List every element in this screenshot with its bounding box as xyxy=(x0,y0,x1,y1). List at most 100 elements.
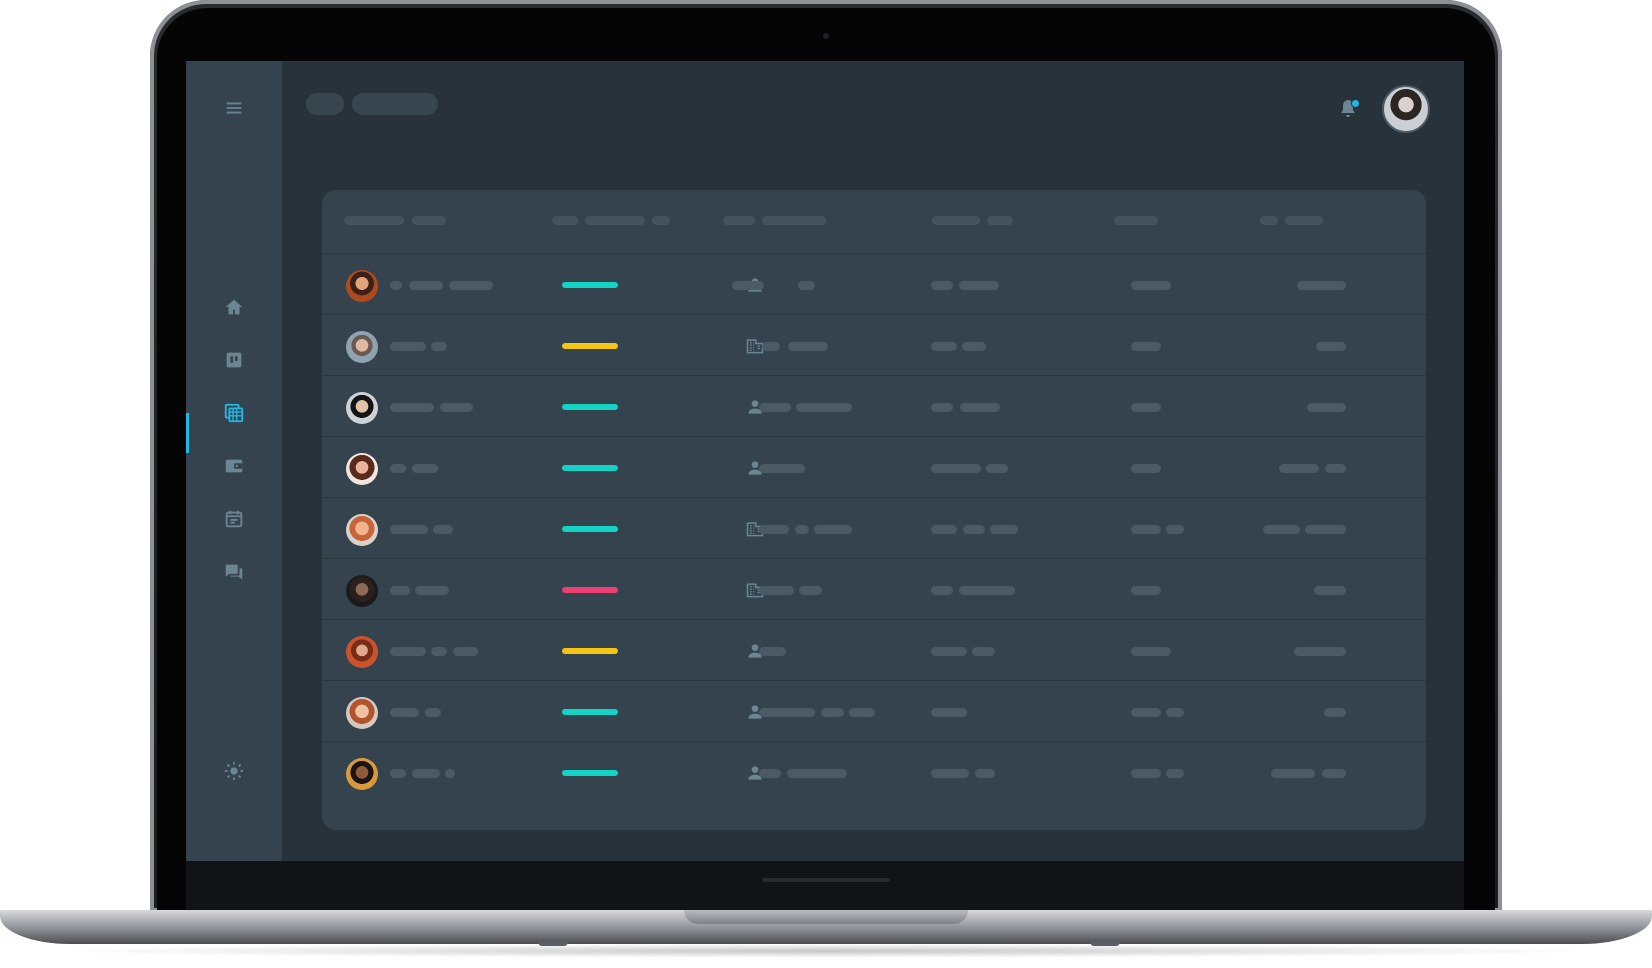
user-avatar[interactable] xyxy=(1382,85,1430,133)
name-placeholder xyxy=(440,403,473,412)
name-placeholder xyxy=(449,281,493,290)
date-placeholder xyxy=(975,769,995,778)
table-row[interactable] xyxy=(322,681,1426,742)
row-avatar xyxy=(346,697,378,729)
date-placeholder xyxy=(931,281,953,290)
app-screen xyxy=(186,61,1464,861)
name-placeholder xyxy=(412,464,438,473)
value-placeholder xyxy=(1324,708,1346,717)
owner-placeholder xyxy=(849,708,875,717)
name-placeholder xyxy=(445,769,455,778)
state-placeholder xyxy=(1166,769,1184,778)
name-placeholder xyxy=(390,342,426,351)
home-icon[interactable] xyxy=(186,287,282,327)
value-placeholder xyxy=(1325,464,1346,473)
date-placeholder xyxy=(972,647,995,656)
owner-placeholder xyxy=(798,281,815,290)
date-placeholder xyxy=(963,525,985,534)
date-placeholder xyxy=(931,586,953,595)
breadcrumb-placeholder[interactable] xyxy=(352,93,438,115)
owner-placeholder xyxy=(795,525,809,534)
board-icon[interactable] xyxy=(186,340,282,380)
theme-sun-icon[interactable] xyxy=(186,751,282,791)
status-bar xyxy=(562,282,618,288)
column-header-placeholder[interactable] xyxy=(652,216,670,225)
row-avatar xyxy=(346,331,378,363)
name-placeholder xyxy=(390,525,428,534)
column-header-placeholder[interactable] xyxy=(552,216,578,225)
table-row[interactable] xyxy=(322,315,1426,376)
owner-placeholder xyxy=(799,586,822,595)
table-row[interactable] xyxy=(322,620,1426,681)
row-avatar xyxy=(346,392,378,424)
laptop-foot xyxy=(538,942,568,946)
name-placeholder xyxy=(390,708,419,717)
calendar-icon[interactable] xyxy=(186,499,282,539)
column-header-placeholder[interactable] xyxy=(987,216,1013,225)
table-row[interactable] xyxy=(322,742,1426,802)
column-header-placeholder[interactable] xyxy=(412,216,446,225)
table-row[interactable] xyxy=(322,254,1426,315)
table-row[interactable] xyxy=(322,437,1426,498)
state-placeholder xyxy=(1131,464,1161,473)
column-header-placeholder[interactable] xyxy=(1114,216,1158,225)
status-bar xyxy=(562,709,618,715)
state-placeholder xyxy=(1131,586,1161,595)
table-row[interactable] xyxy=(322,498,1426,559)
notification-badge xyxy=(1351,99,1360,108)
owner-placeholder xyxy=(796,403,852,412)
breadcrumb-placeholder[interactable] xyxy=(306,93,344,115)
value-placeholder xyxy=(1305,525,1346,534)
chat-icon[interactable] xyxy=(186,552,282,592)
name-placeholder xyxy=(431,647,447,656)
date-placeholder xyxy=(959,586,1015,595)
column-header-placeholder[interactable] xyxy=(762,216,826,225)
column-header-placeholder[interactable] xyxy=(1260,216,1278,225)
name-placeholder xyxy=(409,281,443,290)
table-row[interactable] xyxy=(322,559,1426,620)
state-placeholder xyxy=(1131,525,1161,534)
name-placeholder xyxy=(412,769,440,778)
value-placeholder xyxy=(1271,769,1315,778)
table-icon[interactable] xyxy=(186,393,282,433)
date-placeholder xyxy=(962,342,986,351)
row-avatar xyxy=(346,270,378,302)
status-bar xyxy=(562,770,618,776)
laptop-shadow xyxy=(40,944,1612,958)
owner-placeholder xyxy=(759,464,805,473)
row-avatar xyxy=(346,636,378,668)
menu-icon[interactable] xyxy=(186,88,282,128)
name-placeholder xyxy=(390,464,406,473)
column-header-placeholder[interactable] xyxy=(344,216,404,225)
wallet-icon[interactable] xyxy=(186,446,282,486)
sidebar xyxy=(186,61,282,861)
webcam xyxy=(823,33,829,39)
value-placeholder xyxy=(1279,464,1319,473)
date-placeholder xyxy=(986,464,1008,473)
name-placeholder xyxy=(390,586,410,595)
row-avatar xyxy=(346,453,378,485)
name-placeholder xyxy=(431,342,447,351)
name-placeholder xyxy=(390,647,426,656)
owner-placeholder xyxy=(759,403,791,412)
row-avatar xyxy=(346,758,378,790)
owner-placeholder xyxy=(814,525,852,534)
column-header-placeholder[interactable] xyxy=(1285,216,1323,225)
state-placeholder xyxy=(1166,525,1184,534)
state-placeholder xyxy=(1131,281,1171,290)
owner-placeholder xyxy=(787,769,847,778)
name-placeholder xyxy=(390,769,406,778)
column-header-placeholder[interactable] xyxy=(723,216,755,225)
table-row[interactable] xyxy=(322,376,1426,437)
owner-placeholder xyxy=(759,708,815,717)
owner-placeholder xyxy=(759,586,794,595)
value-placeholder xyxy=(1314,586,1346,595)
row-avatar xyxy=(346,514,378,546)
status-bar xyxy=(562,404,618,410)
value-placeholder xyxy=(1294,647,1346,656)
date-placeholder xyxy=(931,708,967,717)
status-bar xyxy=(562,465,618,471)
column-header-placeholder[interactable] xyxy=(932,216,980,225)
column-header-placeholder[interactable] xyxy=(585,216,645,225)
state-placeholder xyxy=(1131,708,1161,717)
